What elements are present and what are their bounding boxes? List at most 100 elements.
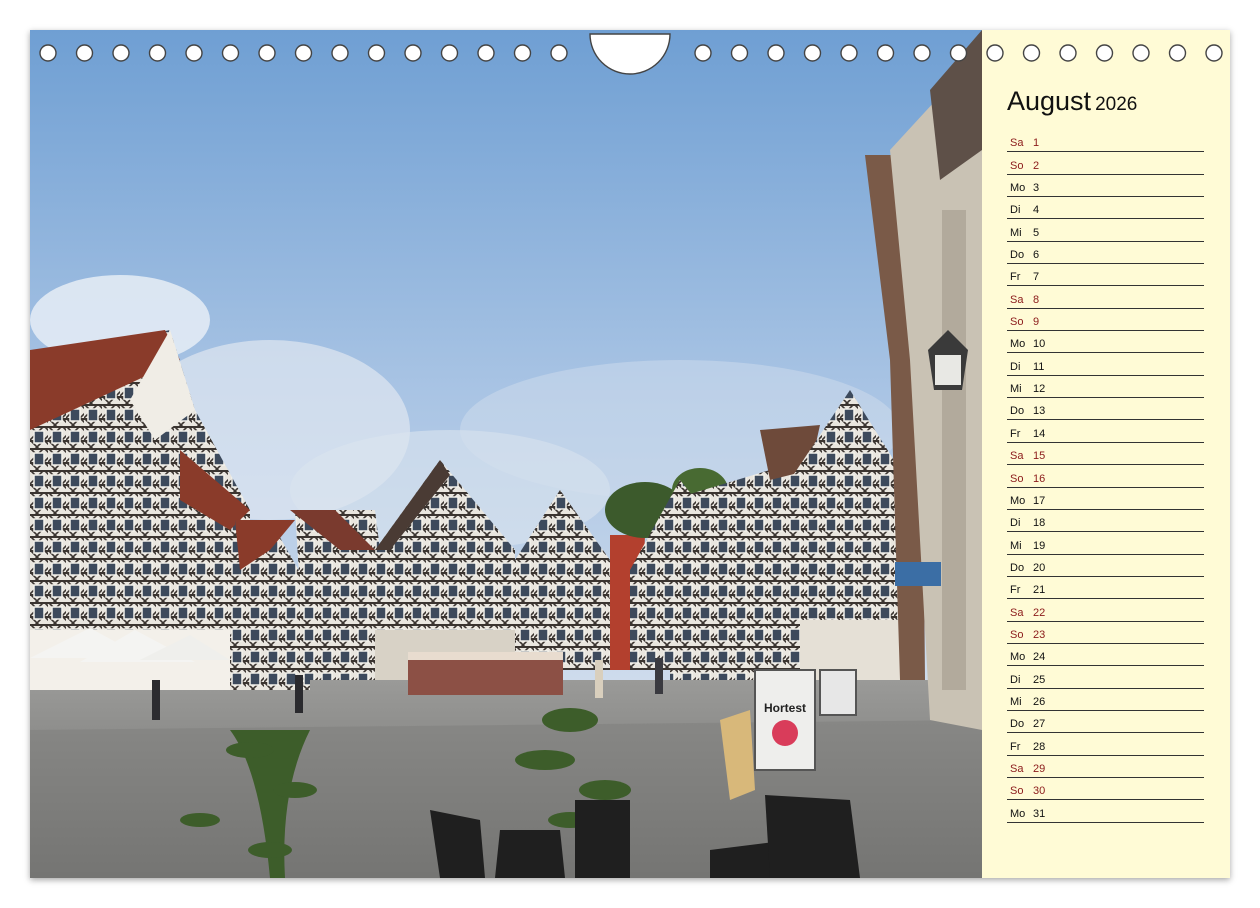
weekday-label: Mi <box>1010 695 1022 708</box>
day-row: Di 11 <box>1007 353 1204 376</box>
day-row: Di 25 <box>1007 666 1204 689</box>
day-row: Di 4 <box>1007 197 1204 220</box>
day-list: Sa 1 So 2 Mo 3 Di 4 Mi 5 Do 6 Fr 7 Sa 8 So 9 Mo 10 Di 11 Mi 12 D… <box>1007 130 1204 823</box>
day-number: 26 <box>1033 695 1046 708</box>
weekday-label: Di <box>1010 360 1021 373</box>
day-row: Mo 24 <box>1007 644 1204 667</box>
weekday-label: Fr <box>1010 271 1021 284</box>
day-row: Mo 31 <box>1007 800 1204 823</box>
day-number: 10 <box>1033 338 1046 351</box>
weekday-label: So <box>1010 628 1024 641</box>
weekday-label: Fr <box>1010 740 1021 753</box>
weekday-label: Mo <box>1010 182 1026 195</box>
weekday-label: Di <box>1010 673 1021 686</box>
day-row: Sa 29 <box>1007 756 1204 778</box>
month-title: August 2026 <box>1007 86 1137 117</box>
day-number: 18 <box>1033 517 1046 530</box>
day-number: 7 <box>1033 271 1040 284</box>
day-number: 14 <box>1033 427 1046 440</box>
weekday-label: Do <box>1010 718 1025 731</box>
day-number: 13 <box>1033 405 1046 418</box>
day-number: 5 <box>1033 226 1040 239</box>
weekday-label: Do <box>1010 561 1025 574</box>
day-row: Mi 26 <box>1007 689 1204 711</box>
day-row: Mo 3 <box>1007 175 1204 198</box>
weekday-label: So <box>1010 472 1024 485</box>
day-row: Do 6 <box>1007 242 1204 265</box>
weekday-label: Sa <box>1010 450 1024 463</box>
day-row: Mi 12 <box>1007 376 1204 399</box>
day-number: 25 <box>1033 673 1046 686</box>
day-number: 28 <box>1033 740 1046 753</box>
day-number: 24 <box>1033 651 1046 664</box>
weekday-label: Mo <box>1010 338 1026 351</box>
day-number: 20 <box>1033 561 1046 574</box>
calendar-panel: August 2026 Sa 1 So 2 Mo 3 Di 4 Mi 5 Do 6 Fr 7 Sa 8 So 9 Mo… <box>982 30 1230 878</box>
town-square-photo: Hortest <box>30 30 982 878</box>
day-row: Di 18 <box>1007 510 1204 533</box>
day-number: 8 <box>1033 293 1040 306</box>
day-number: 9 <box>1033 316 1040 329</box>
weekday-label: So <box>1010 785 1024 798</box>
day-row: Mi 5 <box>1007 219 1204 242</box>
month-year: 2026 <box>1095 94 1138 115</box>
weekday-label: Mi <box>1010 383 1022 396</box>
day-row: So 23 <box>1007 622 1204 644</box>
day-number: 31 <box>1033 807 1046 820</box>
day-row: Mi 19 <box>1007 532 1204 555</box>
day-number: 6 <box>1033 249 1040 262</box>
day-row: Fr 7 <box>1007 264 1204 287</box>
day-number: 16 <box>1033 472 1046 485</box>
sign-text: Hortest <box>764 701 806 715</box>
calendar-page: Hortest August 2026 Sa 1 So 2 Mo 3 Di 4 … <box>30 30 1230 878</box>
weekday-label: So <box>1010 159 1024 172</box>
day-number: 19 <box>1033 539 1046 552</box>
weekday-label: Sa <box>1010 606 1024 619</box>
weekday-label: Sa <box>1010 137 1024 150</box>
day-number: 15 <box>1033 450 1046 463</box>
weekday-label: Mo <box>1010 494 1026 507</box>
weekday-label: Di <box>1010 517 1021 530</box>
day-row: Do 27 <box>1007 711 1204 734</box>
day-number: 22 <box>1033 606 1046 619</box>
day-number: 11 <box>1033 360 1045 373</box>
weekday-label: Di <box>1010 204 1021 217</box>
day-number: 17 <box>1033 494 1046 507</box>
day-row: Sa 1 <box>1007 130 1204 153</box>
day-row: Mo 17 <box>1007 488 1204 510</box>
weekday-label: Fr <box>1010 584 1021 597</box>
weekday-label: Mo <box>1010 807 1026 820</box>
weekday-label: So <box>1010 316 1024 329</box>
weekday-label: Do <box>1010 405 1025 418</box>
day-row: So 16 <box>1007 465 1204 488</box>
weekday-label: Mi <box>1010 226 1022 239</box>
day-number: 29 <box>1033 762 1046 775</box>
day-row: Sa 22 <box>1007 599 1204 622</box>
day-number: 23 <box>1033 628 1046 641</box>
day-number: 3 <box>1033 182 1040 195</box>
day-row: Sa 15 <box>1007 443 1204 466</box>
day-row: Sa 8 <box>1007 286 1204 309</box>
day-number: 4 <box>1033 204 1040 217</box>
weekday-label: Mi <box>1010 539 1022 552</box>
weekday-label: Do <box>1010 249 1025 262</box>
day-row: So 30 <box>1007 778 1204 801</box>
day-number: 30 <box>1033 785 1046 798</box>
month-name: August <box>1007 86 1092 116</box>
day-row: So 9 <box>1007 309 1204 332</box>
weekday-label: Sa <box>1010 293 1024 306</box>
weekday-label: Mo <box>1010 651 1026 664</box>
day-row: Fr 21 <box>1007 577 1204 600</box>
day-row: So 2 <box>1007 152 1204 175</box>
day-row: Do 20 <box>1007 555 1204 577</box>
weekday-label: Fr <box>1010 427 1021 440</box>
day-number: 21 <box>1033 584 1046 597</box>
day-number: 1 <box>1033 137 1040 150</box>
day-number: 12 <box>1033 383 1046 396</box>
day-row: Fr 14 <box>1007 420 1204 443</box>
day-row: Fr 28 <box>1007 733 1204 756</box>
day-row: Do 13 <box>1007 398 1204 421</box>
weekday-label: Sa <box>1010 762 1024 775</box>
day-number: 27 <box>1033 718 1046 731</box>
day-row: Mo 10 <box>1007 331 1204 354</box>
